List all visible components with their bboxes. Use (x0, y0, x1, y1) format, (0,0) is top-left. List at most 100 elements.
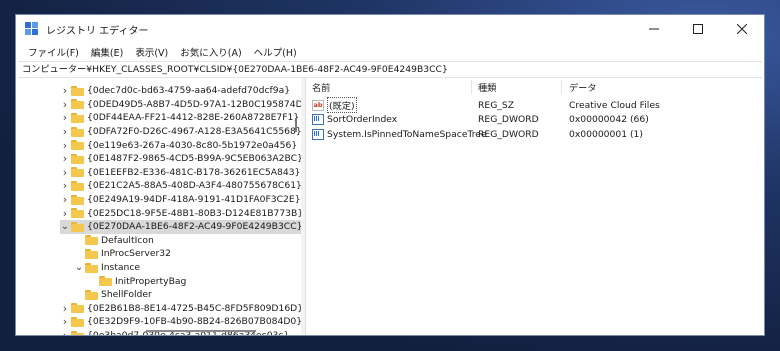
menu-help[interactable]: ヘルプ(H) (248, 45, 303, 59)
menu-edit[interactable]: 編集(E) (85, 45, 129, 59)
tree-node-label: {0E1EEFB2-E336-481C-B178-36261EC5A843} (87, 166, 301, 178)
menu-favorites[interactable]: お気に入り(A) (174, 45, 247, 59)
menu-view[interactable]: 表示(V) (129, 45, 174, 59)
value-name: System.IsPinnedToNameSpaceTree (327, 128, 487, 140)
tree-node[interactable]: › {0e119e63-267a-4030-8c80-5b1972e0a456} (60, 138, 297, 152)
tree-node-label: InitPropertyBag (115, 275, 187, 287)
folder-icon (71, 221, 84, 232)
chevron-down-icon[interactable]: ⌄ (60, 221, 70, 232)
folder-icon (71, 140, 84, 151)
menu-file[interactable]: ファイル(F) (22, 45, 85, 59)
folder-icon (71, 194, 84, 205)
column-header-name[interactable]: 名前 (312, 80, 330, 94)
value-data: 0x00000042 (66) (569, 114, 649, 125)
regedit-app-icon (25, 22, 39, 36)
chevron-right-icon[interactable]: › (60, 98, 70, 111)
chevron-down-icon[interactable]: ⌄ (74, 262, 84, 273)
value-row[interactable]: SortOrderIndex REG_DWORD 0x00000042 (66) (312, 113, 752, 127)
tree-scroll-thumb[interactable] (295, 118, 297, 132)
chevron-right-icon[interactable]: › (60, 139, 70, 152)
tree-node[interactable]: › {0E21C2A5-88A5-408D-A3F4-480755678C61} (60, 179, 301, 193)
tree-node[interactable]: InProcServer32 (74, 247, 171, 261)
folder-icon (85, 248, 98, 259)
chevron-right-icon[interactable]: › (60, 166, 70, 179)
tree-node-label: {0E32D9F9-10FB-4b90-8B24-826B07B084D0} (87, 316, 301, 328)
column-separator[interactable] (471, 80, 472, 94)
tree-node[interactable]: DefaultIcon (74, 234, 154, 248)
tree-node[interactable]: › {0DED49D5-A8B7-4D5D-97A1-12B0C195874D} (60, 98, 301, 112)
value-name: SortOrderIndex (327, 114, 398, 125)
column-header-type[interactable]: 種類 (478, 80, 496, 94)
tree-node[interactable]: › {0DF44EAA-FF21-4412-828E-260A8728E7F1} (60, 111, 299, 125)
close-icon (737, 24, 747, 34)
title-bar[interactable]: レジストリ エディター (16, 15, 764, 43)
close-button[interactable] (720, 15, 764, 43)
chevron-right-icon[interactable]: › (60, 315, 70, 328)
value-row[interactable]: ab (既定) REG_SZ Creative Cloud Files (312, 97, 752, 113)
window-title: レジストリ エディター (46, 25, 149, 37)
tree-node[interactable]: ShellFolder (74, 288, 152, 302)
chevron-right-icon[interactable]: › (60, 111, 70, 124)
string-value-icon: ab (312, 99, 324, 111)
chevron-right-icon[interactable]: › (60, 207, 70, 220)
tree-node[interactable]: › {0E32D9F9-10FB-4b90-8B24-826B07B084D0} (60, 315, 301, 329)
folder-icon (71, 167, 84, 178)
folder-icon (71, 180, 84, 191)
folder-icon (71, 153, 84, 164)
value-data: 0x00000001 (1) (569, 128, 643, 140)
value-type: REG_DWORD (478, 114, 539, 125)
tree-node[interactable]: › {0E2B61B8-8E14-4725-B45C-8FD5F809D16D} (60, 302, 301, 316)
tree-node[interactable]: › {0E1EEFB2-E336-481C-B178-36261EC5A843} (60, 166, 301, 180)
tree-node[interactable]: › {0E249A19-94DF-418A-9191-41D1FA0F3C2E} (60, 193, 301, 207)
minimize-icon (649, 28, 659, 30)
menu-bar: ファイル(F) 編集(E) 表示(V) お気に入り(A) ヘルプ(H) (16, 43, 764, 61)
tree-vertical-scrollbar[interactable] (292, 78, 300, 325)
folder-icon (85, 262, 98, 273)
values-pane[interactable]: 名前 種類 データ ab (既定) REG_SZ Creative Cloud Fil… (306, 78, 764, 335)
tree-node[interactable]: ⌄ {0E270DAA-1BE6-48F2-AC49-9F0E4249B3CC} (60, 220, 301, 234)
folder-icon (71, 112, 84, 123)
tree-node[interactable]: › {0E1487F2-9865-4CD5-B99A-9C5EB063A2BC} (60, 152, 301, 166)
tree-node-label: {0E25DC18-9F5E-48B1-80B3-D124E81B773B} (87, 207, 301, 219)
tree-node[interactable]: › {0dec7d0c-bd63-4759-aa64-adefd70dcf9a} (60, 84, 290, 98)
tree-node-label: {0E249A19-94DF-418A-9191-41D1FA0F3C2E} (87, 194, 301, 206)
value-data: Creative Cloud Files (569, 99, 660, 111)
folder-icon (71, 85, 84, 96)
address-bar[interactable]: コンピューター¥HKEY_CLASSES_ROOT¥CLSID¥{0E270DA… (18, 61, 762, 78)
chevron-right-icon[interactable]: › (60, 193, 70, 206)
folder-icon (71, 208, 84, 219)
folder-icon (71, 99, 84, 110)
dword-value-icon (312, 114, 324, 125)
column-separator[interactable] (561, 80, 562, 94)
value-type: REG_DWORD (478, 128, 539, 140)
value-name: (既定) (327, 97, 357, 113)
maximize-button[interactable] (676, 15, 720, 43)
tree-node[interactable]: InitPropertyBag (88, 274, 186, 288)
column-header-data[interactable]: データ (569, 80, 597, 94)
chevron-right-icon[interactable]: › (60, 329, 70, 335)
chevron-right-icon[interactable]: › (60, 152, 70, 165)
key-tree-pane[interactable]: › {0dec7d0c-bd63-4759-aa64-adefd70dcf9a} ›… (16, 78, 301, 335)
tree-node-label: {0dec7d0c-bd63-4759-aa64-adefd70dcf9a} (87, 85, 291, 97)
tree-node-label: InProcServer32 (101, 248, 171, 260)
panes: › {0dec7d0c-bd63-4759-aa64-adefd70dcf9a} ›… (16, 78, 764, 335)
tree-node-label: {0DED49D5-A8B7-4D5D-97A1-12B0C195874D} (87, 98, 301, 110)
tree-node[interactable]: › {0DFA72F0-D26C-4967-A128-E3A5641C5568} (60, 125, 301, 139)
folder-icon (85, 235, 98, 246)
folder-icon (71, 126, 84, 137)
chevron-right-icon[interactable]: › (60, 302, 70, 315)
tree-node[interactable]: › {0E25DC18-9F5E-48B1-80B3-D124E81B773B} (60, 206, 301, 220)
chevron-right-icon[interactable]: › (60, 84, 70, 97)
chevron-right-icon[interactable]: › (60, 125, 70, 138)
registry-editor-window: レジストリ エディター ファイル(F) 編集(E) 表示(V) お気に入り(A)… (15, 14, 765, 336)
value-row[interactable]: System.IsPinnedToNameSpaceTree REG_DWORD 0… (312, 127, 752, 141)
tree-node[interactable]: ⌄ Instance (74, 261, 140, 275)
minimize-button[interactable] (632, 15, 676, 43)
tree-node-label: {0E21C2A5-88A5-408D-A3F4-480755678C61} (87, 180, 301, 192)
folder-icon (71, 330, 84, 335)
folder-icon (85, 289, 98, 300)
tree-horizontal-scrollbar[interactable] (146, 330, 256, 332)
chevron-right-icon[interactable]: › (60, 179, 70, 192)
value-type: REG_SZ (478, 99, 515, 111)
tree-node-label: {0e119e63-267a-4030-8c80-5b1972e0a456} (87, 139, 298, 151)
